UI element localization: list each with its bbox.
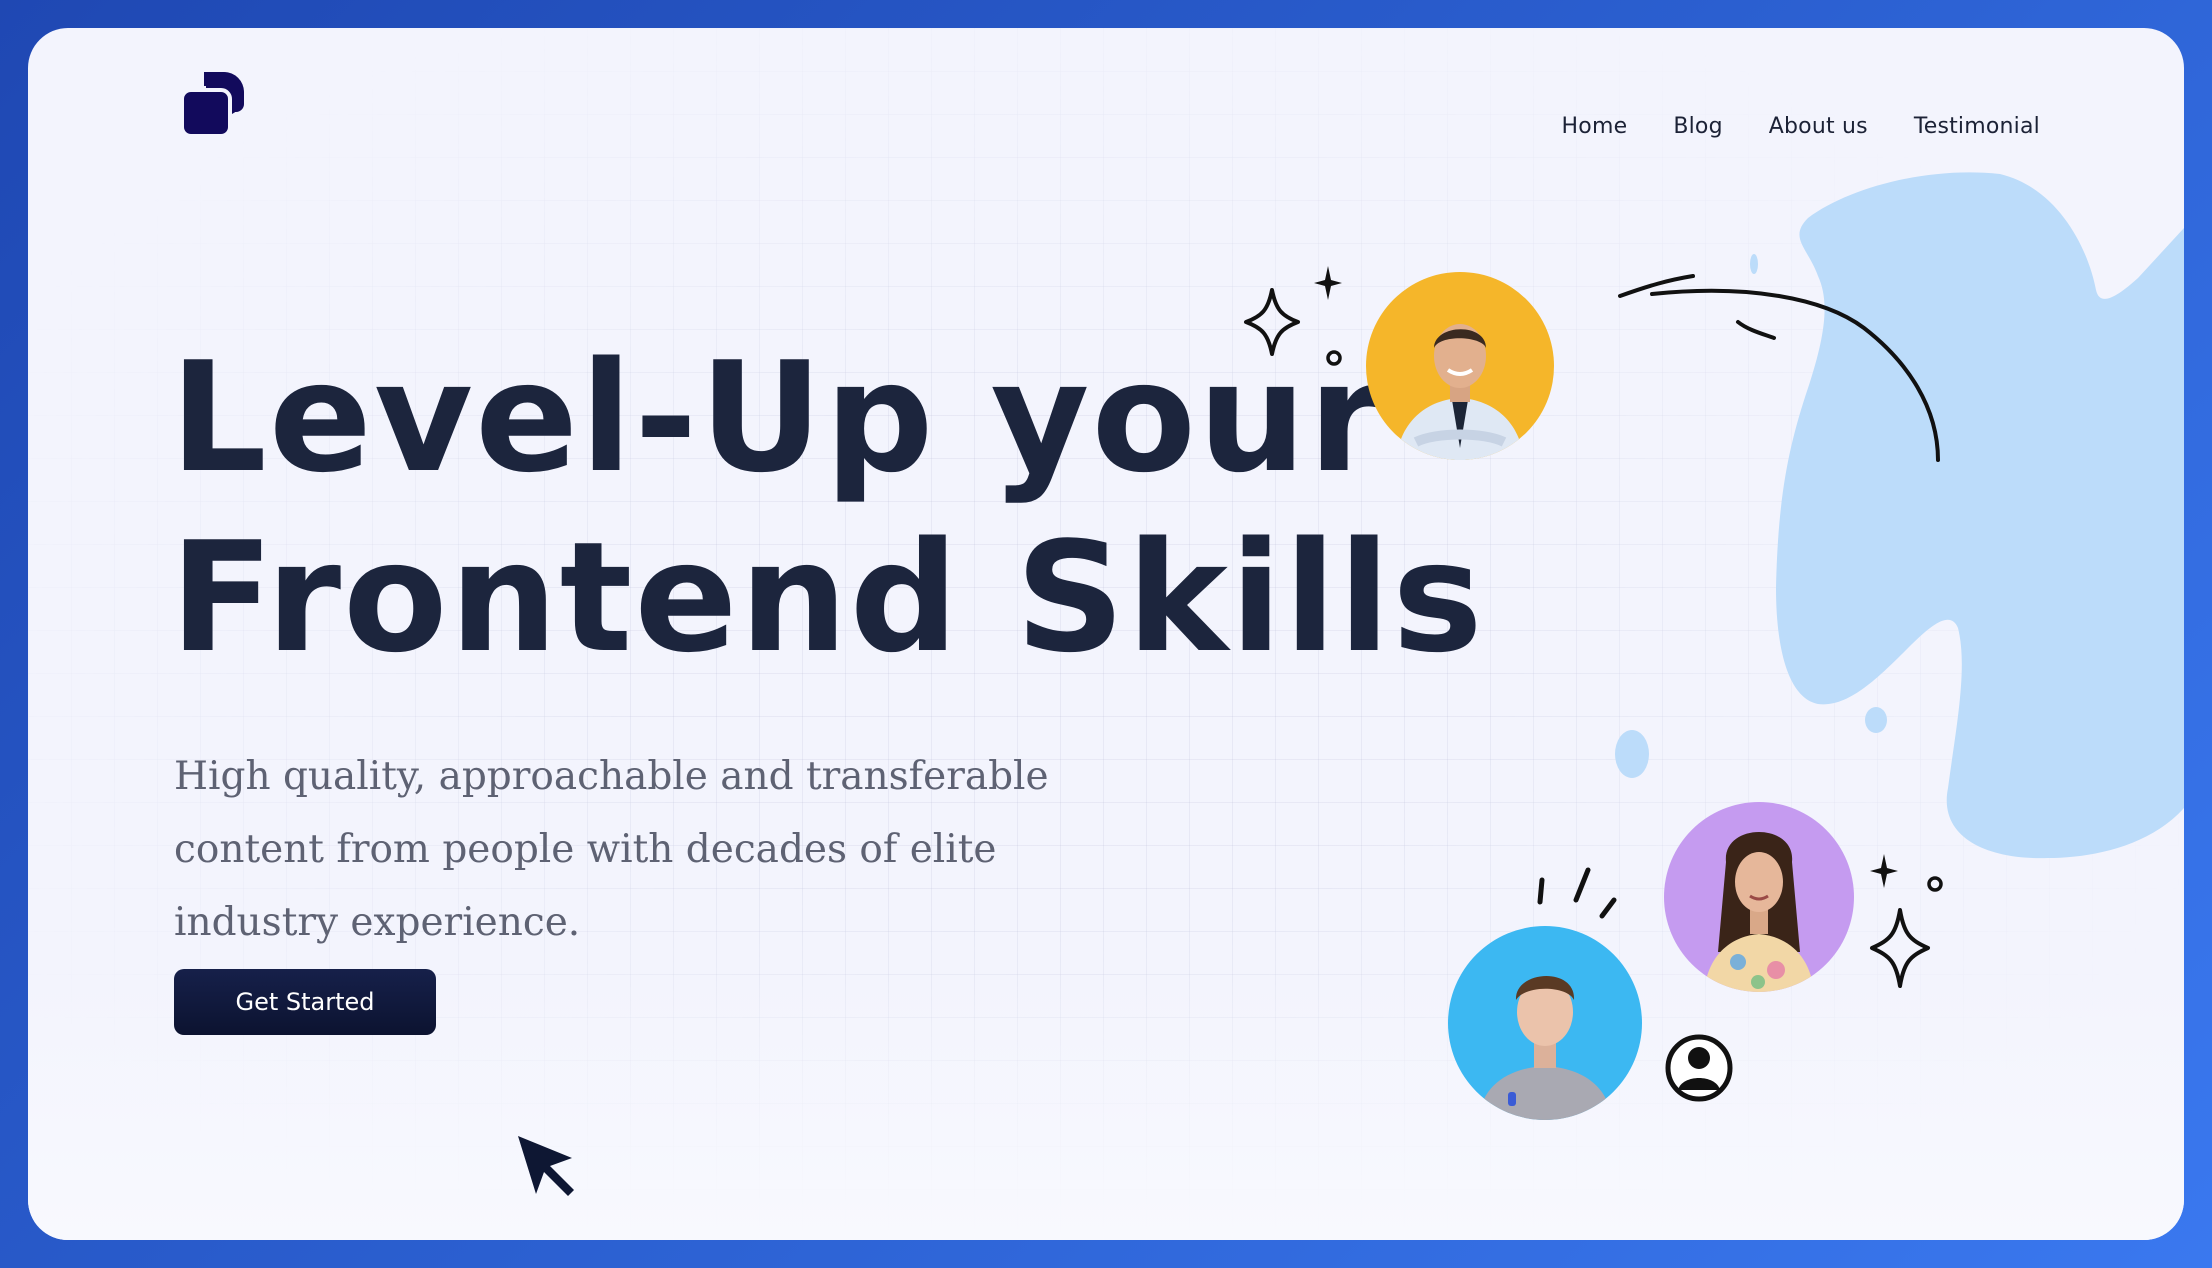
avatar-man-suit [1366,272,1554,460]
stacked-squares-logo[interactable] [174,64,254,144]
get-started-button[interactable]: Get Started [174,969,436,1035]
avatar-young-man [1448,926,1642,1120]
nav-blog[interactable]: Blog [1673,114,1722,139]
headline-line-2: Frontend Skills [170,509,1485,686]
avatar-woman [1664,802,1854,992]
cursor-arrow-icon [518,1136,574,1196]
nav-about-us[interactable]: About us [1769,114,1868,139]
headline-line-1: Level-Up your [170,329,1386,506]
top-nav: Home Blog About us Testimonial [1562,114,2040,139]
nav-home[interactable]: Home [1562,114,1628,139]
hero-subtitle: High quality, approachable and transfera… [174,754,1049,945]
hero-headline: Level-Up your Frontend Skills [170,328,1485,688]
nav-testimonial[interactable]: Testimonial [1914,114,2040,139]
page-frame: Home Blog About us Testimonial Level-Up … [28,28,2184,1240]
